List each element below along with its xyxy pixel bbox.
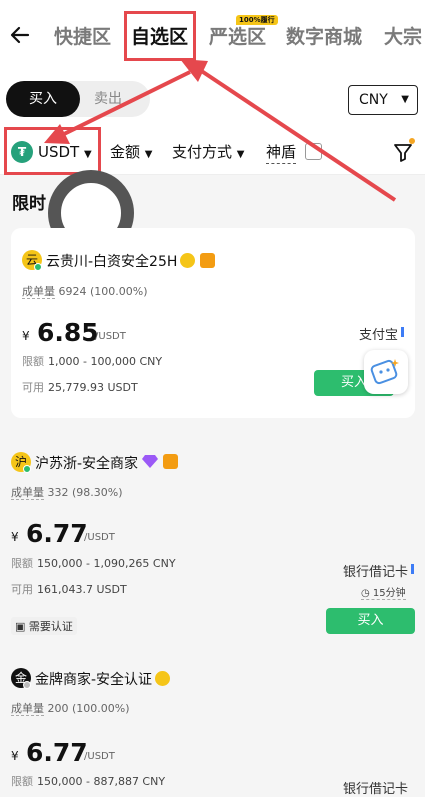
available-value: 161,043.7 USDT (37, 583, 127, 596)
order-volume-label: 成单量 (11, 486, 44, 500)
id-card-icon: ▣ (15, 620, 26, 633)
top-navigation: 快捷区 自选区 严选区 100%履行 数字商城 大宗 (0, 0, 425, 72)
funnel-icon[interactable] (392, 141, 414, 163)
available-label: 可用 (22, 381, 44, 394)
order-volume: 成单量 332 (98.30%) (11, 484, 123, 500)
online-status-dot (34, 263, 42, 271)
order-volume-value: 6924 (100.00%) (58, 285, 148, 298)
payment-filter[interactable]: 支付方式 ▼ (172, 141, 245, 166)
tab-quick[interactable]: 快捷区 (54, 22, 111, 49)
limit-label: 限额 (22, 355, 44, 368)
limit-row: 限额 150,000 - 1,090,265 CNY (11, 555, 176, 571)
ad-card[interactable]: 沪 沪苏浙-安全商家 成单量 332 (98.30%) ¥ 6.77 /USDT… (0, 438, 425, 658)
limit-label: 限额 (11, 557, 33, 570)
tab-digital-mall[interactable]: 数字商城 (286, 22, 362, 49)
buy-toggle[interactable]: 买入 (6, 81, 80, 117)
ad-price: 6.77 (26, 519, 88, 548)
gold-badge-icon (155, 671, 170, 686)
order-volume-value: 332 (98.30%) (47, 486, 123, 499)
ad-card[interactable]: 云 云贵川-白资安全25H 成单量 6924 (100.00%) ¥ 6.85 … (11, 228, 415, 418)
payment-color-bar (411, 564, 414, 574)
currency-symbol: ¥ (22, 329, 30, 343)
payment-method: 支付宝 (359, 328, 399, 343)
assistant-button[interactable] (364, 350, 408, 394)
caret-down-icon: ▼ (144, 149, 153, 160)
order-volume-value: 200 (100.00%) (47, 702, 130, 715)
clock-icon: ◷ (361, 588, 370, 599)
section-title: 限时 (12, 194, 46, 214)
price-unit: /USDT (95, 331, 126, 342)
lock-badge-icon (163, 454, 178, 469)
filter-active-dot (409, 138, 415, 144)
payment-filter-label: 支付方式 (172, 143, 233, 161)
caret-down-icon: ▼ (236, 149, 245, 160)
back-button[interactable] (8, 20, 32, 50)
limit-label: 限额 (11, 775, 33, 788)
limit-row: 限额 150,000 - 887,887 CNY (11, 773, 165, 789)
payment-time: ◷ 15分钟 (361, 584, 406, 600)
limit-value: 150,000 - 887,887 CNY (37, 775, 166, 788)
tab-selected[interactable]: 严选区 (209, 22, 266, 49)
shield-checkbox[interactable] (305, 143, 322, 160)
available-label: 可用 (11, 583, 33, 596)
online-status-dot (23, 681, 31, 689)
currency-select[interactable]: CNY ▼ (348, 85, 418, 115)
lock-badge-icon (200, 253, 215, 268)
merchant-name[interactable]: 云贵川-白资安全25H (46, 251, 177, 271)
merchant-name[interactable]: 沪苏浙-安全商家 (35, 453, 138, 473)
shield-filter-label: 神盾 (266, 141, 297, 164)
ad-price: 6.85 (37, 318, 99, 347)
p2p-trade-page: 快捷区 自选区 严选区 100%履行 数字商城 大宗 买入 卖出 CNY ▼ ₮… (0, 0, 425, 797)
order-volume-label: 成单量 (11, 702, 44, 716)
available-value: 25,779.93 USDT (48, 381, 138, 394)
payment-method: 银行借记卡 (343, 782, 409, 797)
amount-filter[interactable]: 金额 ▼ (110, 141, 153, 166)
fulfilment-badge: 100%履行 (236, 15, 278, 25)
ad-price: 6.77 (26, 738, 88, 767)
payment-method: 银行借记卡 (343, 565, 409, 580)
price-unit: /USDT (84, 532, 115, 543)
diamond-badge-icon (142, 455, 158, 468)
ad-card[interactable]: 金 金牌商家-安全认证 成单量 200 (100.00%) ¥ 6.77 /US… (0, 658, 425, 797)
sell-toggle[interactable]: 卖出 (94, 81, 122, 117)
currency-value: CNY (359, 92, 388, 108)
caret-down-icon: ▼ (401, 94, 409, 105)
arrow-left-icon (10, 26, 30, 44)
price-unit: /USDT (84, 751, 115, 762)
merchant-name[interactable]: 金牌商家-安全认证 (35, 669, 152, 689)
order-volume: 成单量 200 (100.00%) (11, 700, 130, 716)
payment-time-value: 15分钟 (372, 588, 406, 599)
limit-row: 限额 1,000 - 100,000 CNY (22, 353, 162, 369)
currency-symbol: ¥ (11, 749, 19, 763)
limit-value: 150,000 - 1,090,265 CNY (37, 557, 176, 570)
order-volume-label: 成单量 (22, 285, 55, 299)
highlight-box-coin (4, 127, 101, 175)
highlight-box-tab (124, 11, 196, 61)
gold-badge-icon (180, 253, 195, 268)
limit-value: 1,000 - 100,000 CNY (48, 355, 163, 368)
verify-required-badge: ▣ 需要认证 (11, 617, 77, 635)
tab-bulk[interactable]: 大宗 (384, 22, 422, 49)
assistant-icon (370, 359, 399, 385)
filter-row: ₮ USDT ▼ 金额 ▼ 支付方式 ▼ 神盾 (0, 127, 425, 175)
order-volume: 成单量 6924 (100.00%) (22, 283, 148, 299)
buy-sell-toggle: 买入 卖出 (6, 81, 150, 117)
available-row: 可用 25,779.93 USDT (22, 379, 138, 395)
amount-filter-label: 金额 (110, 143, 141, 161)
trade-mode-row: 买入 卖出 CNY ▼ (0, 72, 425, 127)
available-row: 可用 161,043.7 USDT (11, 581, 127, 597)
currency-symbol: ¥ (11, 530, 19, 544)
payment-color-bar (401, 327, 404, 337)
verify-required-label: 需要认证 (28, 620, 73, 633)
online-status-dot (23, 465, 31, 473)
buy-button[interactable]: 买入 (326, 608, 415, 634)
